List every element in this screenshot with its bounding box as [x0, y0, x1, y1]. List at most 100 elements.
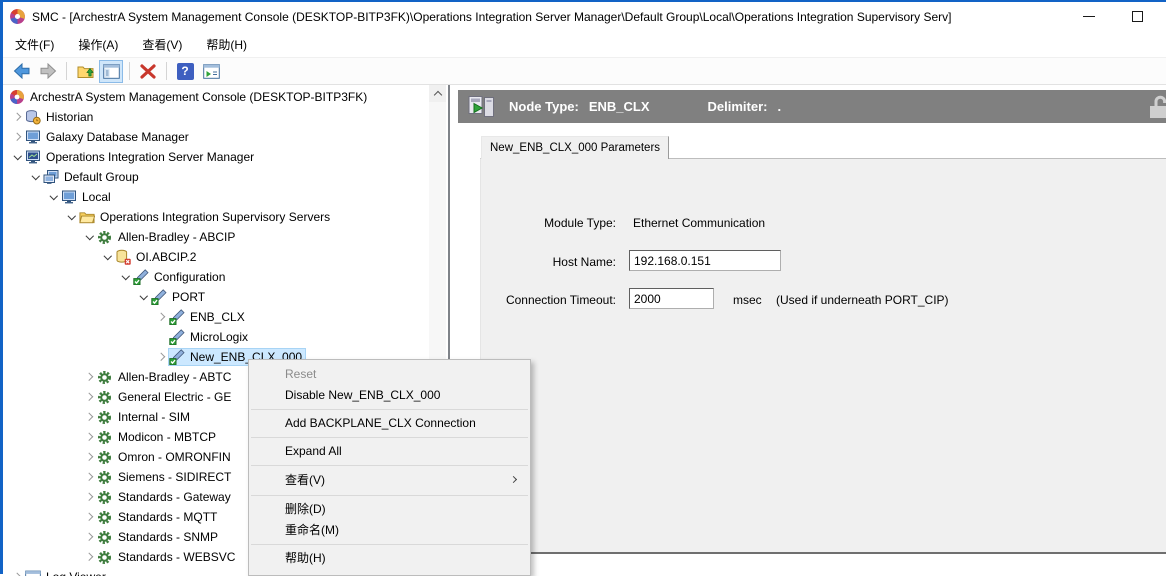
tree-item-galaxy-db-manager[interactable]: Galaxy Database Manager	[3, 127, 429, 147]
expander-expanded[interactable]	[83, 230, 97, 244]
gear-icon	[97, 549, 114, 565]
gear-icon	[97, 489, 114, 505]
tree-item-label: Operations Integration Server Manager	[46, 150, 254, 164]
window-title: SMC - [ArchestrA System Management Conso…	[32, 10, 952, 24]
expander-expanded[interactable]	[29, 170, 43, 184]
minimize-icon	[1083, 16, 1095, 17]
unlocked-padlock-icon	[1147, 94, 1166, 120]
delete-button[interactable]	[136, 60, 160, 83]
tree-item-label: Internal - SIM	[118, 410, 190, 424]
tree-item-enb-clx[interactable]: ENB_CLX	[3, 307, 429, 327]
expander-collapsed[interactable]	[155, 310, 169, 324]
main-area: ArchestrA System Management Console (DES…	[3, 85, 1166, 574]
tree-item-allen-bradley-abcip[interactable]: Allen-Bradley - ABCIP	[3, 227, 429, 247]
tree-item-oi-abcip-2[interactable]: OI.ABCIP.2	[3, 247, 429, 267]
expander-collapsed[interactable]	[155, 350, 169, 364]
tree-item-label: Local	[82, 190, 111, 204]
show-console-tree-button[interactable]	[99, 60, 123, 83]
parameters-tab-label: New_ENB_CLX_000 Parameters	[490, 142, 660, 154]
expander-collapsed[interactable]	[83, 450, 97, 464]
connection-timeout-input[interactable]	[629, 288, 714, 309]
pen-check-icon	[151, 289, 168, 305]
tree-item-label: Log Viewer	[46, 570, 106, 576]
host-name-label: Host Name:	[491, 255, 616, 269]
expander-expanded[interactable]	[137, 290, 151, 304]
tree-item-label: Standards - MQTT	[118, 510, 217, 524]
archestra-logo-icon	[9, 89, 26, 105]
expander-collapsed[interactable]	[83, 370, 97, 384]
tree-item-port[interactable]: PORT	[3, 287, 429, 307]
expander-collapsed[interactable]	[11, 130, 25, 144]
tree-item-micrologix[interactable]: MicroLogix	[3, 327, 429, 347]
tree-item-default-group[interactable]: Default Group	[3, 167, 429, 187]
tree-item-historian[interactable]: Historian	[3, 107, 429, 127]
gear-icon	[97, 529, 114, 545]
menu-separator	[251, 465, 528, 466]
back-button[interactable]	[10, 60, 34, 83]
back-arrow-icon	[13, 63, 31, 79]
menu-item-rename[interactable]: 重命名(M)	[249, 520, 530, 541]
up-one-level-button[interactable]	[73, 60, 97, 83]
tree-item-label: Modicon - MBTCP	[118, 430, 216, 444]
menu-item-expand-all[interactable]: Expand All	[249, 441, 530, 462]
console-tree-icon	[103, 64, 120, 79]
connection-timeout-label: Connection Timeout:	[491, 293, 616, 307]
expander-expanded[interactable]	[65, 210, 79, 224]
expander-expanded[interactable]	[11, 150, 25, 164]
tree-item-oi-server-manager[interactable]: Operations Integration Server Manager	[3, 147, 429, 167]
help-button[interactable]: ?	[173, 60, 197, 83]
tree-item-label: Historian	[46, 110, 93, 124]
help-icon: ?	[177, 63, 194, 80]
toolbar-separator	[66, 62, 67, 80]
database-error-icon	[115, 249, 132, 265]
tree-item-configuration[interactable]: Configuration	[3, 267, 429, 287]
expander-collapsed[interactable]	[83, 550, 97, 564]
menu-item-disable[interactable]: Disable New_ENB_CLX_000	[249, 385, 530, 406]
expander-expanded[interactable]	[47, 190, 61, 204]
gear-icon	[97, 389, 114, 405]
scroll-up-button[interactable]	[429, 85, 446, 102]
expander-collapsed[interactable]	[83, 470, 97, 484]
show-properties-window-button[interactable]	[199, 60, 223, 83]
menu-item-add-backplane-clx-connection[interactable]: Add BACKPLANE_CLX Connection	[249, 413, 530, 434]
device-node-icon	[468, 94, 495, 119]
menu-action[interactable]: 操作(A)	[66, 31, 130, 57]
menu-item-help[interactable]: 帮助(H)	[249, 548, 530, 569]
tree-item-label: Standards - WEBSVC	[118, 550, 235, 564]
expander-collapsed[interactable]	[11, 570, 25, 576]
forward-button[interactable]	[36, 60, 60, 83]
submenu-arrow-icon	[510, 476, 517, 483]
module-type-label: Module Type:	[491, 216, 616, 230]
menu-bar: 文件(F) 操作(A) 查看(V) 帮助(H)	[3, 31, 1166, 58]
archestra-logo-icon	[9, 8, 26, 25]
expander-collapsed[interactable]	[83, 430, 97, 444]
gear-icon	[97, 369, 114, 385]
menu-view[interactable]: 查看(V)	[130, 31, 194, 57]
expander-expanded[interactable]	[119, 270, 133, 284]
expander-collapsed[interactable]	[83, 530, 97, 544]
expander-expanded[interactable]	[101, 250, 115, 264]
expander-collapsed[interactable]	[83, 390, 97, 404]
tree-item-oi-supervisory-servers[interactable]: Operations Integration Supervisory Serve…	[3, 207, 429, 227]
tree-item-label: ENB_CLX	[190, 310, 245, 324]
host-name-input[interactable]	[629, 250, 781, 271]
expander-collapsed[interactable]	[83, 490, 97, 504]
parameters-tab[interactable]: New_ENB_CLX_000 Parameters	[481, 136, 669, 159]
tree-item-label: OI.ABCIP.2	[136, 250, 196, 264]
timeout-units-label: msec	[733, 293, 762, 307]
tree-item-local[interactable]: Local	[3, 187, 429, 207]
expander-collapsed[interactable]	[11, 110, 25, 124]
menu-file[interactable]: 文件(F)	[3, 31, 66, 57]
tree-item-root[interactable]: ArchestrA System Management Console (DES…	[3, 87, 429, 107]
gear-icon	[97, 469, 114, 485]
delimiter-value: .	[777, 99, 781, 114]
menu-item-delete[interactable]: 删除(D)	[249, 499, 530, 520]
menu-item-view[interactable]: 查看(V)	[249, 469, 530, 492]
pen-check-icon	[133, 269, 150, 285]
expander-collapsed[interactable]	[83, 410, 97, 424]
minimize-button[interactable]	[1066, 2, 1111, 31]
expander-collapsed[interactable]	[83, 510, 97, 524]
menu-help[interactable]: 帮助(H)	[194, 31, 259, 57]
tree-item-label: Standards - Gateway	[118, 490, 231, 504]
maximize-button[interactable]	[1115, 2, 1160, 31]
